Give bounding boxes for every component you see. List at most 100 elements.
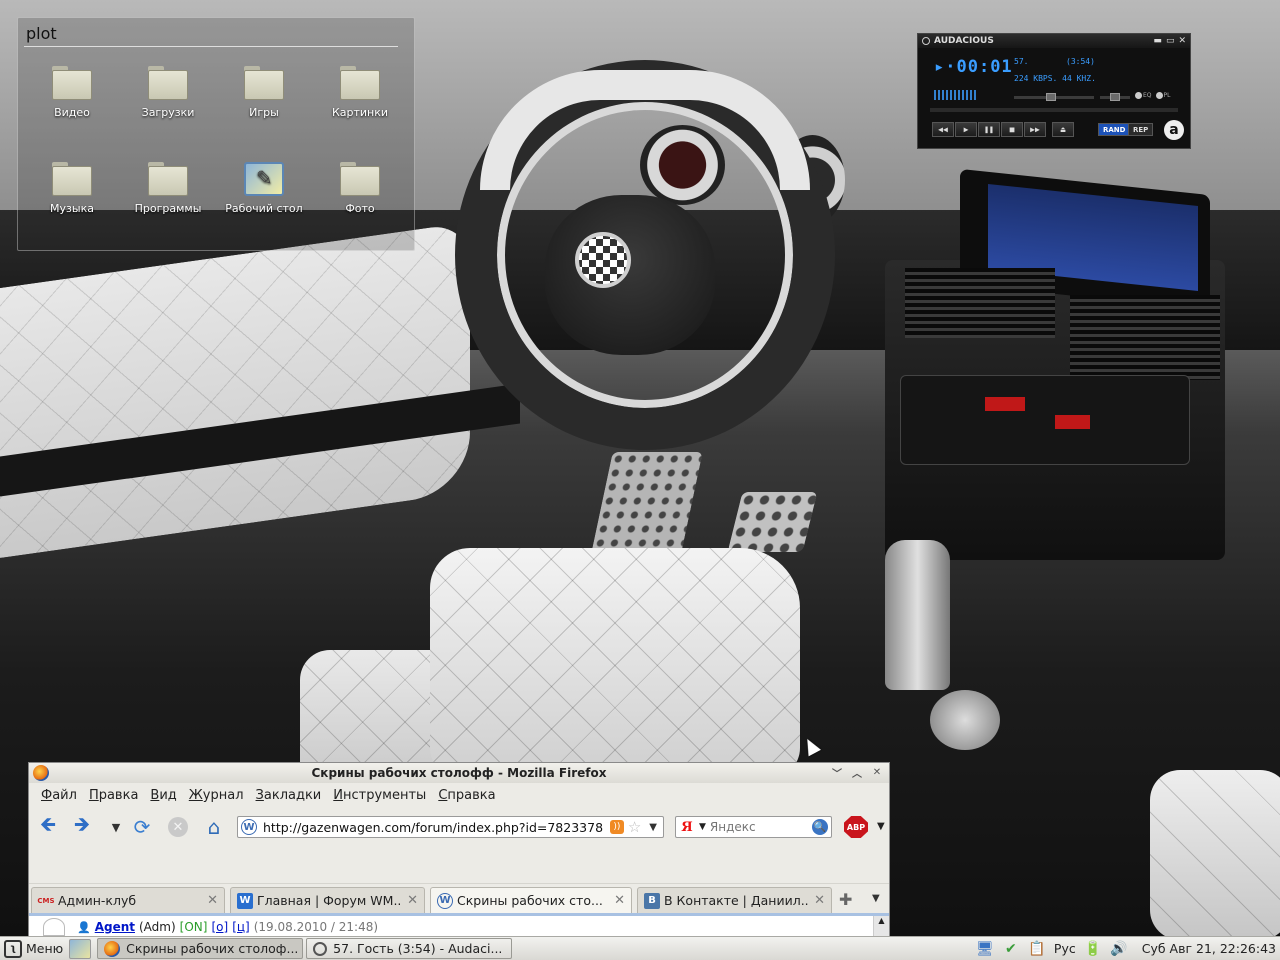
folder-programs[interactable]: Программы <box>120 162 216 242</box>
reload-button[interactable]: ⟳ <box>129 815 155 839</box>
new-tab-button[interactable]: ✚ <box>839 890 852 909</box>
tab-list-dropdown-icon[interactable]: ▼ <box>872 893 880 904</box>
minimize-icon[interactable]: ﹀ <box>829 765 845 780</box>
site-identity-icon[interactable]: W <box>241 819 257 835</box>
show-desktop-button[interactable] <box>69 938 92 959</box>
firefox-window: Скрины рабочих столофф - Mozilla Firefox… <box>28 762 890 937</box>
window-title: Скрины рабочих столофф - Mozilla Firefox <box>311 766 607 780</box>
audacious-titlebar[interactable]: AUDACIOUS ▬ ▭ ✕ <box>918 34 1190 48</box>
close-tab-icon[interactable]: ✕ <box>814 893 825 908</box>
history-dropdown[interactable]: ▼ <box>103 815 129 839</box>
shuffle-button[interactable]: RAND <box>1098 123 1131 136</box>
folder-desktop[interactable]: Рабочий стол <box>216 162 312 242</box>
play-button[interactable]: ▶ <box>955 122 977 137</box>
post-date: (19.08.2010 / 21:48) <box>253 920 379 934</box>
eq-toggle[interactable]: EQ <box>1135 92 1152 99</box>
wallpaper-climate-display <box>985 397 1025 411</box>
volume-icon[interactable]: 🔊 <box>1110 940 1128 958</box>
menu-help[interactable]: Справка <box>432 788 501 803</box>
menu-view[interactable]: Вид <box>144 788 182 803</box>
back-button[interactable]: 🡸 <box>35 812 61 839</box>
keyboard-layout[interactable]: Рус <box>1054 941 1076 956</box>
stop-button[interactable]: ■ <box>1001 122 1023 137</box>
menu-history[interactable]: Журнал <box>183 788 250 803</box>
balance-knob[interactable] <box>1110 93 1120 101</box>
url-text[interactable]: http://gazenwagen.com/forum/index.php?id… <box>263 820 608 835</box>
folder-music[interactable]: Музыка <box>24 162 120 242</box>
url-dropdown-icon[interactable]: ▼ <box>649 822 657 833</box>
search-icon[interactable]: 🔍 <box>812 819 828 835</box>
folder-video[interactable]: Видео <box>24 66 120 146</box>
close-tab-icon[interactable]: ✕ <box>614 893 625 908</box>
volume-knob[interactable] <box>1046 93 1056 101</box>
volume-slider[interactable] <box>1014 93 1094 101</box>
tab-screenshots[interactable]: W Скрины рабочих сто... ✕ <box>430 887 632 913</box>
shade-icon[interactable]: ▭ <box>1166 36 1175 46</box>
eject-button[interactable]: ⏏ <box>1052 122 1074 137</box>
close-icon[interactable]: ✕ <box>1178 36 1186 46</box>
folder-widget-title: plot <box>26 24 57 43</box>
rss-icon[interactable]: )) <box>609 820 624 834</box>
audacious-menu-icon[interactable]: a <box>1164 120 1184 140</box>
menu-icon[interactable]: ▬ <box>1153 36 1162 46</box>
pl-toggle[interactable]: PL <box>1156 92 1171 99</box>
repeat-button[interactable]: REP <box>1128 123 1154 136</box>
adblock-dropdown-icon[interactable]: ▼ <box>877 821 885 832</box>
seek-bar[interactable] <box>930 108 1178 112</box>
yandex-icon[interactable]: Я <box>679 819 695 835</box>
firefox-icon <box>104 940 121 957</box>
folder-games[interactable]: Игры <box>216 66 312 146</box>
home-button[interactable]: ⌂ <box>201 815 227 839</box>
previous-button[interactable]: ◀◀ <box>932 122 954 137</box>
search-input[interactable] <box>709 820 805 834</box>
taskbar-item-firefox[interactable]: Скрины рабочих столоф... <box>97 938 304 959</box>
clock[interactable]: Суб Авг 21, 22:26:43 <box>1136 941 1276 956</box>
tab-wm-forum[interactable]: W Главная | Форум WM... ✕ <box>230 887 425 913</box>
balance-slider[interactable] <box>1100 93 1130 101</box>
stop-button[interactable]: ✕ <box>165 815 191 839</box>
network-icon[interactable]: 🖥 <box>976 940 994 958</box>
folder-view-widget: plot Видео Загрузки Игры Картинки Музыка… <box>17 17 415 251</box>
folder-downloads[interactable]: Загрузки <box>120 66 216 146</box>
search-box: Я ▼ 🔍 <box>675 816 832 838</box>
clipboard-icon[interactable]: 📋 <box>1028 940 1046 958</box>
play-time[interactable]: ▸·00:01 <box>934 57 1013 77</box>
bookmark-star-icon[interactable]: ☆ <box>628 818 641 836</box>
vk-icon: B <box>644 892 660 909</box>
scrollbar[interactable]: ▲ <box>873 916 889 936</box>
menu-edit[interactable]: Правка <box>83 788 144 803</box>
tab-admin-club[interactable]: CMS Админ-клуб ✕ <box>31 887 225 913</box>
update-check-icon[interactable]: ✔ <box>1002 940 1020 958</box>
search-engine-dropdown-icon[interactable]: ▼ <box>699 822 706 832</box>
menubar: Файл Правка Вид Журнал Закладки Инструме… <box>29 783 889 807</box>
author-link[interactable]: Agent <box>95 920 135 934</box>
wallpaper-pedal <box>727 492 818 552</box>
menu-tools[interactable]: Инструменты <box>327 788 432 803</box>
close-icon[interactable]: ✕ <box>869 765 885 780</box>
wallpaper-climate-panel <box>900 375 1190 465</box>
forward-button[interactable]: 🡺 <box>69 812 95 839</box>
pause-button[interactable]: ❚❚ <box>978 122 1000 137</box>
visualizer[interactable] <box>934 90 978 100</box>
folder-icon <box>340 162 380 196</box>
url-bar[interactable]: W http://gazenwagen.com/forum/index.php?… <box>237 816 664 838</box>
power-icon[interactable]: 🔋 <box>1084 940 1102 958</box>
audacious-title: AUDACIOUS <box>934 36 994 46</box>
close-tab-icon[interactable]: ✕ <box>207 893 218 908</box>
next-button[interactable]: ▶▶ <box>1024 122 1046 137</box>
tab-vkontakte[interactable]: B В Контакте | Даниил... ✕ <box>637 887 832 913</box>
forum-post-header: 👤 Agent (Adm) [ON] [о] [ц] (19.08.2010 /… <box>43 918 378 936</box>
adblock-plus-button[interactable]: ABP <box>844 816 868 838</box>
taskbar-item-audacious[interactable]: 57. Гость (3:54) - Audaci... <box>306 938 513 959</box>
folder-photo[interactable]: Фото <box>312 162 408 242</box>
profile-link[interactable]: [о] <box>211 920 228 934</box>
close-tab-icon[interactable]: ✕ <box>407 893 418 908</box>
menu-bookmarks[interactable]: Закладки <box>250 788 328 803</box>
menu-label: Меню <box>26 941 64 956</box>
start-menu-button[interactable]: ʅ Меню <box>0 938 69 960</box>
folder-pictures[interactable]: Картинки <box>312 66 408 146</box>
quote-link[interactable]: [ц] <box>232 920 250 934</box>
maximize-icon[interactable]: ︿ <box>849 765 865 780</box>
menu-file[interactable]: Файл <box>35 788 83 803</box>
firefox-titlebar[interactable]: Скрины рабочих столофф - Mozilla Firefox… <box>29 763 889 783</box>
